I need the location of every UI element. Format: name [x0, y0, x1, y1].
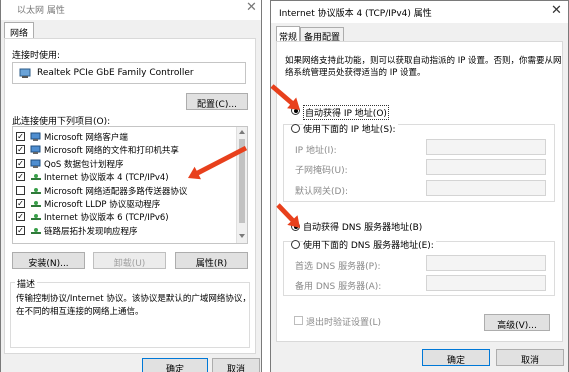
- connect-using-label: 连接时使用:: [12, 51, 61, 61]
- intro-line-2: 络系统管理员处获得适当的 IP 设置。: [285, 68, 426, 78]
- properties-button-label: 属性(R): [195, 259, 228, 269]
- list-item-label: 链路层拓扑发现响应程序: [44, 226, 138, 237]
- list-item[interactable]: ✓ Internet 协议版本 6 (TCP/IPv6): [16, 211, 232, 223]
- alternate-dns-field[interactable]: [426, 275, 546, 291]
- list-item[interactable]: Microsoft 网络适配器多路传送器协议: [16, 185, 232, 197]
- validate-checkbox[interactable]: [294, 316, 303, 325]
- auto-ip-radio-label[interactable]: 自动获得 IP 地址(O): [303, 105, 389, 120]
- auto-dns-radio[interactable]: [291, 222, 300, 231]
- adapter-field: Realtek PCIe GbE Family Controller: [12, 62, 246, 84]
- install-button-label: 安装(N)...: [28, 259, 69, 269]
- auto-ip-radio[interactable]: [291, 106, 300, 115]
- ip-address-label: IP 地址(I):: [295, 146, 337, 156]
- network-client-icon: [30, 132, 41, 141]
- uninstall-button[interactable]: 卸载(U): [93, 252, 166, 269]
- right-ok-button[interactable]: 确定: [422, 349, 490, 366]
- list-item-label: Microsoft LLDP 协议驱动程序: [44, 200, 161, 210]
- list-item[interactable]: ✓ Microsoft 网络的文件和打印机共享: [16, 144, 232, 156]
- left-window-title: 以太网 属性: [17, 6, 65, 16]
- preferred-dns-label: 首选 DNS 服务器(P):: [295, 262, 381, 272]
- subnet-label: 子网掩码(U):: [295, 166, 348, 176]
- scroll-thumb[interactable]: [239, 139, 245, 223]
- items-scrollbar[interactable]: [236, 127, 247, 243]
- left-cancel-button[interactable]: 取消: [212, 358, 260, 372]
- right-cancel-button[interactable]: 取消: [496, 349, 564, 366]
- alternate-dns-label: 备用 DNS 服务器(A):: [295, 282, 382, 292]
- right-cancel-button-label: 取消: [520, 356, 539, 366]
- list-item-checkbox[interactable]: ✓: [16, 199, 25, 208]
- list-item-label: Microsoft 网络的文件和打印机共享: [44, 146, 179, 157]
- list-item-label: Internet 协议版本 4 (TCP/IPv4): [44, 173, 169, 184]
- tab-network[interactable]: 网络: [4, 22, 34, 39]
- install-button[interactable]: 安装(N)...: [12, 252, 85, 269]
- right-ok-button-label: 确定: [446, 356, 465, 366]
- list-item[interactable]: ✓ Internet 协议版本 4 (TCP/IPv4): [16, 171, 232, 183]
- description-line-2: 在不同的相互连接的网络上通信。: [16, 307, 144, 317]
- list-item[interactable]: ✓ Microsoft 网络客户端: [16, 131, 232, 143]
- right-close-icon[interactable]: ✕: [551, 3, 562, 19]
- adapter-name: Realtek PCIe GbE Family Controller: [37, 68, 194, 78]
- list-item-checkbox[interactable]: ✓: [16, 172, 25, 182]
- list-item-label: Microsoft 网络客户端: [44, 133, 128, 143]
- validate-checkbox-label: 退出时验证设置(L): [306, 318, 382, 328]
- list-item-checkbox[interactable]: ✓: [16, 132, 25, 141]
- advanced-button-label: 高级(V)...: [497, 321, 537, 331]
- list-item-checkbox[interactable]: ✓: [16, 225, 25, 235]
- configure-button-label: 配置(C)...: [197, 100, 237, 110]
- ip-address-field[interactable]: [426, 139, 546, 155]
- left-ok-button-label: 确定: [165, 365, 184, 372]
- gateway-label: 默认网关(D):: [295, 187, 348, 197]
- scroll-up-icon[interactable]: [239, 130, 245, 134]
- list-item-checkbox[interactable]: [16, 185, 25, 195]
- description-line-1: 传输控制协议/Internet 协议。该协议是默认的广域网络协议，: [16, 294, 251, 304]
- description-label: 描述: [15, 277, 38, 290]
- right-title-bar: Internet 协议版本 4 (TCP/IPv4) 属性 ✕: [271, 1, 568, 23]
- manual-ip-radio-label[interactable]: 使用下面的 IP 地址(S):: [303, 122, 398, 135]
- subnet-field[interactable]: [426, 159, 546, 175]
- list-item-checkbox[interactable]: ✓: [16, 212, 25, 222]
- tab-general[interactable]: 常规: [276, 26, 300, 43]
- list-item[interactable]: ✓ 链路层拓扑发现响应程序: [16, 225, 232, 237]
- left-cancel-button-label: 取消: [226, 365, 245, 372]
- protocol-icon: [30, 199, 41, 208]
- properties-button[interactable]: 属性(R): [175, 252, 248, 269]
- left-close-icon[interactable]: ✕: [246, 0, 257, 16]
- scroll-down-icon[interactable]: [239, 234, 245, 238]
- protocol-icon: [30, 212, 41, 221]
- left-ok-button[interactable]: 确定: [142, 358, 208, 372]
- list-item-checkbox[interactable]: ✓: [16, 145, 25, 155]
- protocol-icon: [30, 226, 41, 235]
- adapter-icon: [19, 68, 31, 78]
- list-item-checkbox[interactable]: ✓: [16, 158, 25, 168]
- list-item-label: QoS 数据包计划程序: [44, 159, 124, 170]
- manual-dns-radio[interactable]: [291, 240, 300, 249]
- tab-alternate-config[interactable]: 备用配置: [300, 27, 344, 43]
- intro-line-1: 如果网络支持此功能，则可以获取自动指派的 IP 设置。否则，你需要从网: [285, 56, 562, 66]
- right-window-title: Internet 协议版本 4 (TCP/IPv4) 属性: [279, 9, 432, 19]
- auto-dns-radio-label[interactable]: 自动获得 DNS 服务器地址(B): [303, 220, 422, 233]
- network-client-icon: [30, 145, 41, 155]
- advanced-button[interactable]: 高级(V)...: [484, 314, 550, 331]
- preferred-dns-field[interactable]: [426, 255, 546, 271]
- list-item[interactable]: ✓ QoS 数据包计划程序: [16, 158, 232, 170]
- list-item-label: Microsoft 网络适配器多路传送器协议: [44, 186, 188, 197]
- network-client-icon: [30, 159, 41, 168]
- uninstall-button-label: 卸载(U): [113, 259, 146, 269]
- list-item[interactable]: ✓ Microsoft LLDP 协议驱动程序: [16, 198, 232, 210]
- protocol-icon: [30, 172, 41, 181]
- gateway-field[interactable]: [426, 180, 546, 196]
- manual-dns-radio-label[interactable]: 使用下面的 DNS 服务器地址(E):: [303, 238, 436, 251]
- configure-button[interactable]: 配置(C)...: [186, 93, 248, 110]
- left-title-bar: 以太网 属性 ✕: [1, 0, 261, 20]
- protocol-icon: [30, 186, 41, 195]
- manual-ip-radio[interactable]: [291, 124, 300, 133]
- list-item-label: Internet 协议版本 6 (TCP/IPv6): [44, 213, 169, 224]
